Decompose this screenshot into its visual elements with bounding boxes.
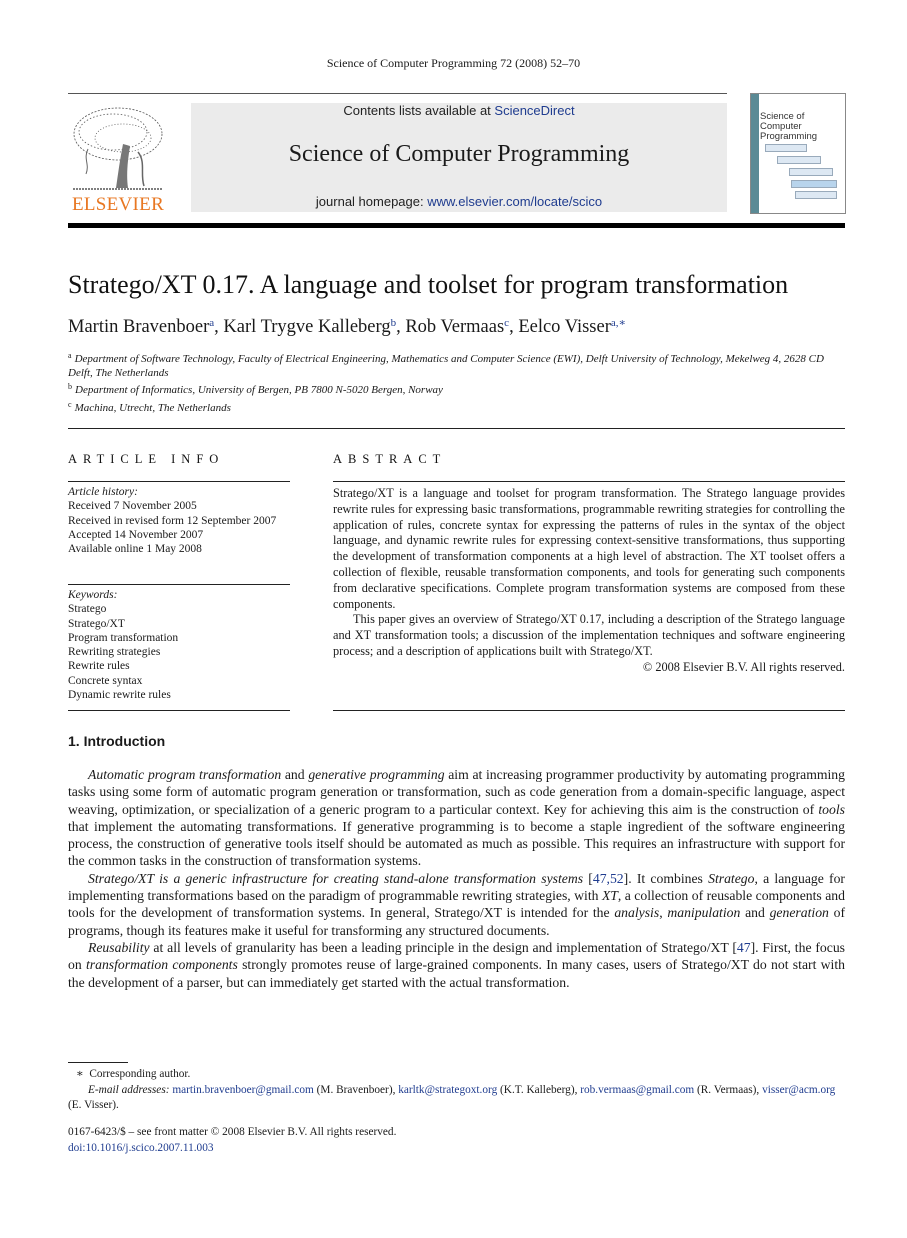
contents-line: Contents lists available at ScienceDirec… [343, 103, 575, 118]
cover-title: Science of Computer Programming [760, 111, 818, 142]
email-link[interactable]: martin.bravenboer@gmail.com [172, 1084, 314, 1096]
keyword-item: Stratego/XT [68, 617, 125, 630]
journal-cover-thumbnail: Science of Computer Programming [750, 93, 846, 214]
keyword-item: Rewrite rules [68, 660, 130, 673]
affiliation: a Department of Software Technology, Facu… [68, 351, 824, 379]
cover-graphic-bar [791, 180, 837, 188]
cover-graphic-bar [795, 191, 837, 199]
corresponding-author-note: ∗ Corresponding author. [76, 1068, 191, 1080]
affiliation: b Department of Informatics, University o… [68, 382, 443, 396]
cover-graphic-bar [765, 144, 807, 152]
keyword-item: Program transformation [68, 631, 179, 644]
footnotes: ∗ Corresponding author. E-mail addresses… [68, 1067, 845, 1114]
elsevier-wordmark: ELSEVIER [71, 194, 165, 215]
citation-link[interactable]: 47 [737, 940, 751, 955]
abstract-paragraph: This paper gives an overview of Stratego… [333, 612, 845, 658]
article-info-rule [68, 584, 290, 585]
author-affiliation-mark[interactable]: a,∗ [611, 317, 626, 329]
running-head: Science of Computer Programming 72 (2008… [326, 56, 581, 70]
abstract-rule [333, 710, 845, 711]
article-info-heading: ARTICLE INFO [68, 452, 225, 466]
cover-spine [751, 94, 759, 213]
abstract-body: Stratego/XT is a language and toolset fo… [333, 486, 845, 676]
sciencedirect-link[interactable]: ScienceDirect [494, 103, 574, 118]
cover-graphic-bar [777, 156, 821, 164]
body-paragraph: Reusability at all levels of granularity… [68, 939, 846, 990]
history-item: Received 7 November 2005 [68, 500, 197, 513]
email-link[interactable]: visser@acm.org [762, 1084, 835, 1096]
keyword-item: Rewriting strategies [68, 646, 161, 659]
article-history-label: Article history: [68, 486, 138, 498]
keywords: Keywords: Stratego Stratego/XT Program t… [68, 588, 290, 702]
elsevier-tree-icon [73, 107, 163, 190]
article-title: Stratego/XT 0.17. A language and toolset… [68, 270, 789, 299]
doi-link[interactable]: doi:10.1016/j.scico.2007.11.003 [68, 1142, 214, 1154]
email-link[interactable]: karltk@strategoxt.org [398, 1084, 497, 1096]
masthead-top-rule [68, 93, 727, 94]
email-addresses: E-mail addresses: martin.bravenboer@gmai… [68, 1083, 836, 1112]
journal-banner: Contents lists available at ScienceDirec… [191, 103, 727, 212]
abstract-paragraph: Stratego/XT is a language and toolset fo… [333, 486, 845, 611]
article-info-rule [68, 710, 290, 711]
keyword-item: Stratego [68, 603, 107, 616]
cover-graphic-bar [789, 168, 833, 176]
author-affiliation-mark[interactable]: c [504, 317, 509, 329]
author-affiliation-mark[interactable]: a [209, 317, 214, 329]
author-name: Eelco Visser [518, 317, 611, 337]
history-item: Accepted 14 November 2007 [68, 528, 204, 541]
masthead-bottom-rule [68, 223, 845, 228]
abstract-heading: ABSTRACT [333, 452, 447, 466]
homepage-line: journal homepage: www.elsevier.com/locat… [315, 194, 603, 209]
article-info-rule [68, 481, 290, 482]
issn-line: 0167-6423/$ – see front matter © 2008 El… [68, 1126, 397, 1138]
journal-homepage-link[interactable]: www.elsevier.com/locate/scico [427, 194, 602, 209]
history-item: Available online 1 May 2008 [68, 543, 202, 556]
author-affiliation-mark[interactable]: b [391, 317, 397, 329]
footnote-rule [68, 1062, 128, 1063]
elsevier-logo: ELSEVIER [68, 104, 168, 215]
front-matter: 0167-6423/$ – see front matter © 2008 El… [68, 1124, 396, 1156]
section-heading-introduction: 1. Introduction [68, 733, 166, 749]
keyword-item: Dynamic rewrite rules [68, 689, 171, 702]
abstract-copyright: © 2008 Elsevier B.V. All rights reserved… [642, 659, 845, 674]
author-name: Rob Vermaas [405, 317, 505, 337]
abstract-rule [333, 481, 845, 482]
author-name: Martin Bravenboer [68, 317, 210, 337]
journal-name: Science of Computer Programming [288, 141, 630, 167]
section-divider [68, 428, 845, 429]
introduction-body: Automatic program transformation and gen… [68, 766, 845, 991]
keywords-label: Keywords: [68, 589, 118, 601]
author-list: Martin Bravenboera, Karl Trygve Kalleber… [68, 317, 626, 337]
email-link[interactable]: rob.vermaas@gmail.com [580, 1084, 694, 1096]
history-item: Received in revised form 12 September 20… [68, 514, 277, 527]
body-paragraph: Stratego/XT is a generic infrastructure … [68, 870, 846, 938]
body-paragraph: Automatic program transformation and gen… [68, 767, 845, 869]
affiliation: c Machina, Utrecht, The Netherlands [68, 400, 231, 414]
keyword-item: Concrete syntax [68, 674, 143, 687]
citation-link[interactable]: 47,52 [593, 871, 624, 886]
author-name: Karl Trygve Kalleberg [223, 317, 391, 337]
article-history: Article history: Received 7 November 200… [68, 485, 290, 556]
